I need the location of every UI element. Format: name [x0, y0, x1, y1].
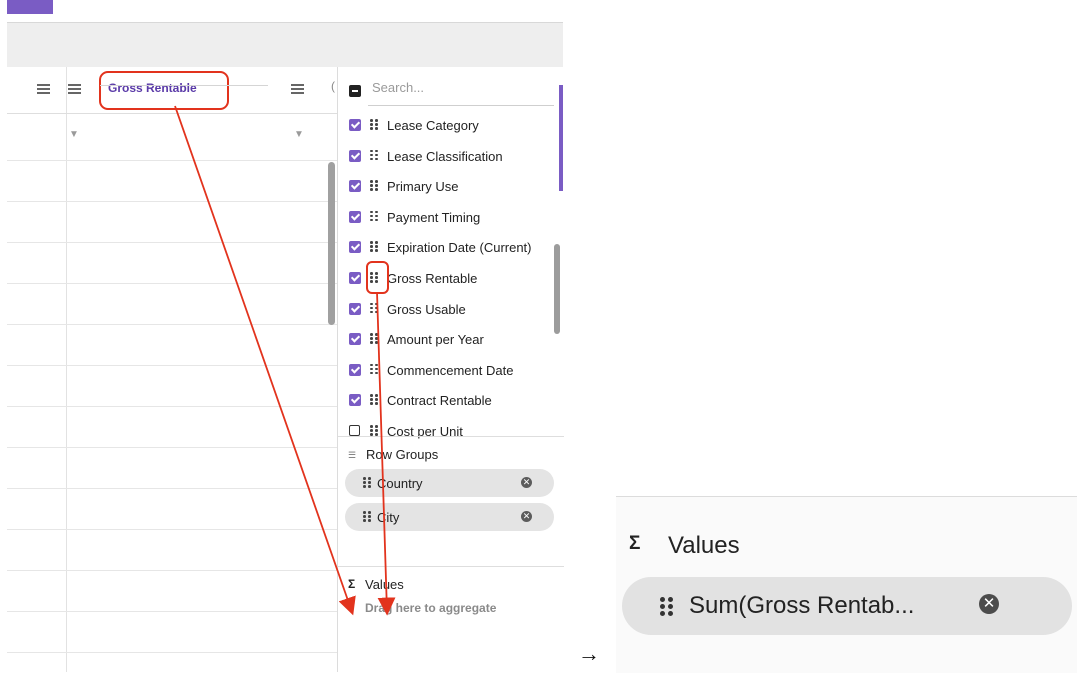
drag-arrow-from-header: [174, 105, 356, 616]
values-result-zoom: Σ Values Sum(Gross Rentab... ✕: [616, 496, 1077, 673]
remove-icon[interactable]: ✕: [979, 594, 999, 614]
pill-label: Sum(Gross Rentab...: [689, 592, 915, 619]
transition-arrow: →: [578, 641, 600, 666]
values-title: Values: [668, 532, 740, 559]
drag-handle-icon[interactable]: [660, 597, 674, 617]
sigma-icon: Σ: [629, 533, 641, 554]
value-pill-sum-gross-rentable[interactable]: Sum(Gross Rentab... ✕: [622, 577, 1072, 635]
drag-arrow-from-grip: [376, 291, 396, 616]
